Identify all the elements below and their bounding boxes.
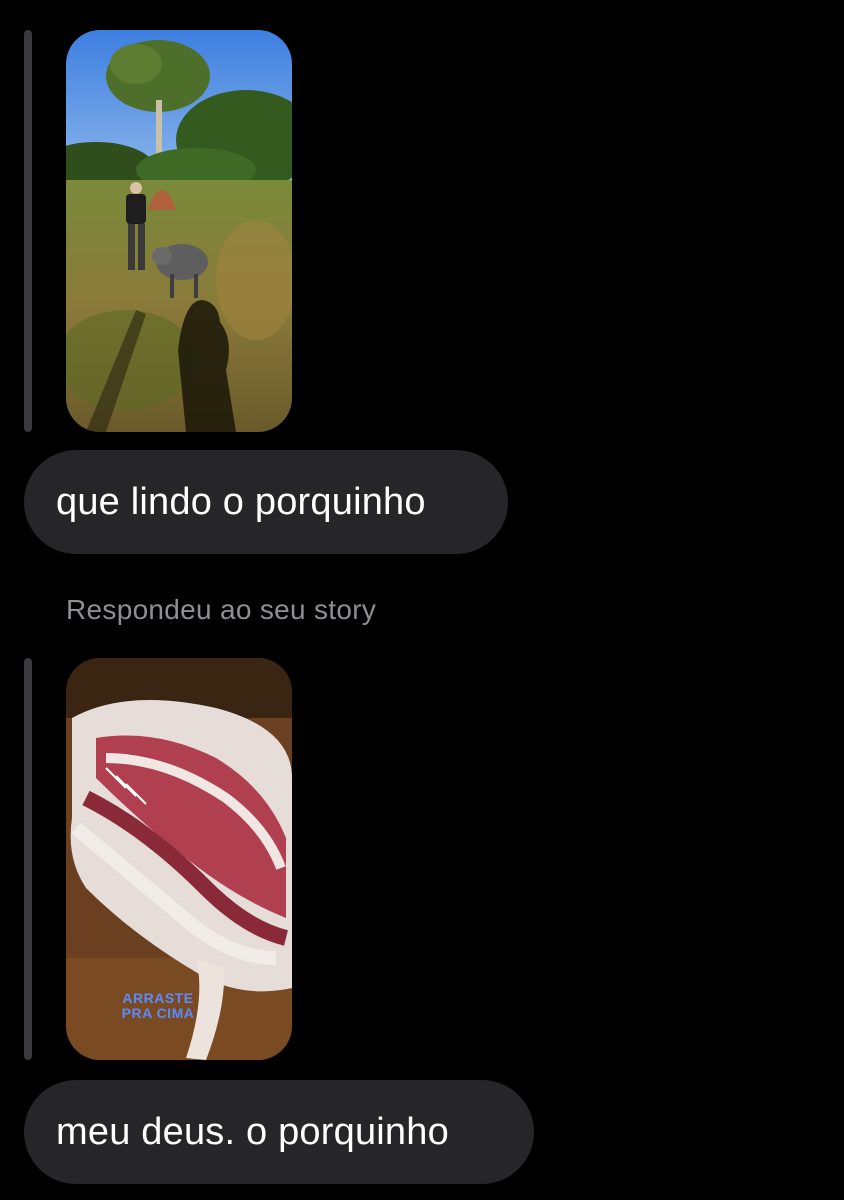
story-image-farm bbox=[66, 30, 292, 432]
reply-indicator-bar-2 bbox=[24, 658, 32, 1060]
message-bubble-2[interactable]: meu deus. o porquinho bbox=[24, 1080, 534, 1184]
message-text-1: que lindo o porquinho bbox=[56, 480, 426, 523]
message-text-2: meu deus. o porquinho bbox=[56, 1110, 449, 1153]
story-preview-farm[interactable] bbox=[66, 30, 292, 432]
story-reply-label: Respondeu ao seu story bbox=[66, 594, 377, 625]
swipe-up-overlay-text: ARRASTE PRA CIMA bbox=[121, 990, 195, 1021]
message-bubble-1[interactable]: que lindo o porquinho bbox=[24, 450, 508, 554]
story-preview-meat[interactable]: ARRASTE PRA CIMA bbox=[66, 658, 292, 1060]
reply-indicator-bar bbox=[24, 30, 32, 432]
